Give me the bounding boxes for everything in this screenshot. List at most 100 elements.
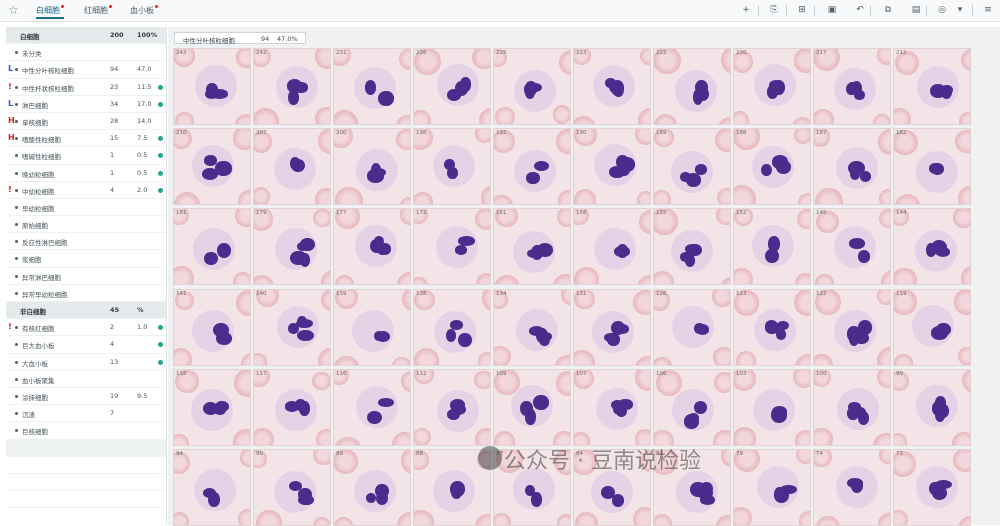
cell-tile[interactable]: 226 [413,48,491,125]
cell-tile[interactable]: 172 [413,208,491,286]
cell-tile[interactable]: 134 [493,288,571,366]
toolbar-button-9[interactable]: ≡ [982,4,994,16]
cell-tile[interactable]: 99 [893,368,971,446]
cell-tile[interactable]: 112 [413,368,491,446]
red-cell [414,191,433,205]
category-row[interactable]: 巨核细胞 [6,422,166,440]
toolbar-divider [758,5,759,16]
wbc-header-row[interactable]: 白细胞 200 100% [6,27,166,45]
row-name: 异常淋巴细胞 [22,273,61,282]
category-row[interactable]: ! 中性杆状核粒细胞 23 11.5 [6,79,166,96]
category-row[interactable]: 早幼粒细胞 [6,199,166,217]
cell-tile[interactable]: 207 [253,128,331,206]
toolbar-button-0[interactable]: + [740,4,752,16]
cell-tile[interactable]: 212 [893,48,971,125]
cell-tile[interactable]: 190 [573,128,651,206]
tab-0[interactable]: 白细胞 [36,4,64,19]
category-row[interactable]: 晚幼粒细胞 1 0.5 [6,165,166,182]
cell-tile[interactable]: 231 [333,48,411,125]
tab-1[interactable]: 红细胞 [84,4,112,19]
category-row[interactable]: L 淋巴细胞 34 17.0 [6,96,166,113]
nucleus-lobe [378,398,395,408]
toolbar-button-5[interactable]: ⧉ [882,4,894,16]
cell-tile[interactable]: 200 [333,128,411,206]
cell-tile[interactable]: 103 [733,368,811,446]
cell-tile[interactable]: 188 [733,128,811,206]
cell-tile[interactable]: 182 [893,128,971,206]
cell-tile[interactable]: 89 [333,449,411,526]
cell-tile[interactable]: 122 [813,288,891,366]
cell-tile[interactable]: 131 [573,288,651,366]
cell-tile[interactable]: 220 [733,48,811,125]
cell-tile[interactable]: 141 [173,288,251,366]
toolbar-button-2[interactable]: ⊞ [796,4,808,16]
cell-tile[interactable]: 139 [333,288,411,366]
category-row[interactable]: 嗜碱性粒细胞 1 0.5 [6,147,166,165]
cell-tile[interactable]: 217 [813,48,891,125]
cell-tile[interactable]: 74 [813,449,891,526]
cell-tile[interactable]: 222 [653,48,731,125]
nonwbc-header-row[interactable]: 非白细胞 45 % [6,302,166,320]
cell-tile[interactable]: 243 [173,48,251,125]
toolbar-button-3[interactable]: ▣ [826,4,838,16]
cell-tile[interactable]: 187 [813,128,891,206]
category-row[interactable]: L 中性分叶核粒细胞 94 47.0 [6,61,166,79]
cell-tile[interactable]: 118 [173,368,251,446]
cell-tile[interactable]: 177 [333,208,411,286]
cell-tile[interactable]: 140 [253,288,331,366]
category-row[interactable]: 异常淋巴细胞 [6,268,166,285]
category-row[interactable]: 大血小板 13 [6,354,166,371]
tab-2[interactable]: 血小板 [130,4,158,19]
category-row[interactable]: H 嗜酸性粒细胞 15 7.5 [6,130,166,148]
category-row[interactable]: 原始细胞 [6,216,166,234]
category-row[interactable]: 涂抹细胞 19 9.5 [6,388,166,406]
cell-tile[interactable]: 179 [253,208,331,286]
cell-tile[interactable]: 79 [733,449,811,526]
cell-tile[interactable]: 138 [413,288,491,366]
category-row[interactable]: 沉渣 7 [6,405,166,423]
category-row[interactable]: 浆细胞 [6,250,166,268]
star-icon[interactable]: ☆ [8,3,19,17]
cell-tile[interactable]: 119 [893,288,971,366]
cell-tile[interactable]: 158 [573,208,651,286]
cell-tile[interactable]: 181 [173,208,251,286]
cell-tile[interactable]: 109 [493,368,571,446]
cell-tile[interactable]: 155 [653,208,731,286]
cell-tile[interactable]: 117 [253,368,331,446]
toolbar-button-6[interactable]: ▤ [910,4,922,16]
cell-tile[interactable]: 242 [253,48,331,125]
cell-tile[interactable]: 107 [573,368,651,446]
toolbar-button-4[interactable]: ↶ [854,4,866,16]
selected-category-box[interactable]: 中性分叶核粒细胞 94 47.0% [174,32,306,45]
cell-tile[interactable]: 192 [493,128,571,206]
category-row[interactable]: 异常早幼粒细胞 [6,285,166,302]
cell-tile[interactable]: 116 [333,368,411,446]
cell-tile[interactable]: 210 [173,128,251,206]
nucleus-lobe [941,84,953,99]
cell-tile[interactable]: 90 [253,449,331,526]
toolbar-button-7[interactable]: ◎ [936,4,948,16]
cell-tile[interactable]: 223 [573,48,651,125]
category-row[interactable]: 反应性淋巴细胞 [6,233,166,251]
cell-tile[interactable]: 144 [893,208,971,286]
toolbar-button-1[interactable]: ⎘ [768,4,780,16]
toolbar-button-8[interactable]: ▾ [954,4,966,16]
cell-tile[interactable]: 189 [653,128,731,206]
cell-tile[interactable]: 225 [493,48,571,125]
cell-tile[interactable]: 161 [493,208,571,286]
cell-tile[interactable]: 152 [733,208,811,286]
cell-tile[interactable]: 71 [893,449,971,526]
cell-tile[interactable]: 126 [653,288,731,366]
cell-tile[interactable]: 145 [813,208,891,286]
category-row[interactable]: 巨大血小板 4 [6,336,166,354]
category-row[interactable]: 未分类 [6,44,166,62]
category-row[interactable]: H 单核细胞 28 14.0 [6,113,166,131]
cell-tile[interactable]: 123 [733,288,811,366]
category-row[interactable]: 血小板聚集 [6,371,166,388]
cell-tile[interactable]: 100 [813,368,891,446]
cell-tile[interactable]: 106 [653,368,731,446]
category-row[interactable]: ! 有核红细胞 2 1.0 [6,319,166,337]
cell-tile[interactable]: 94 [173,449,251,526]
category-row[interactable]: ! 中幼粒细胞 4 2.0 [6,182,166,199]
cell-tile[interactable]: 198 [413,128,491,206]
